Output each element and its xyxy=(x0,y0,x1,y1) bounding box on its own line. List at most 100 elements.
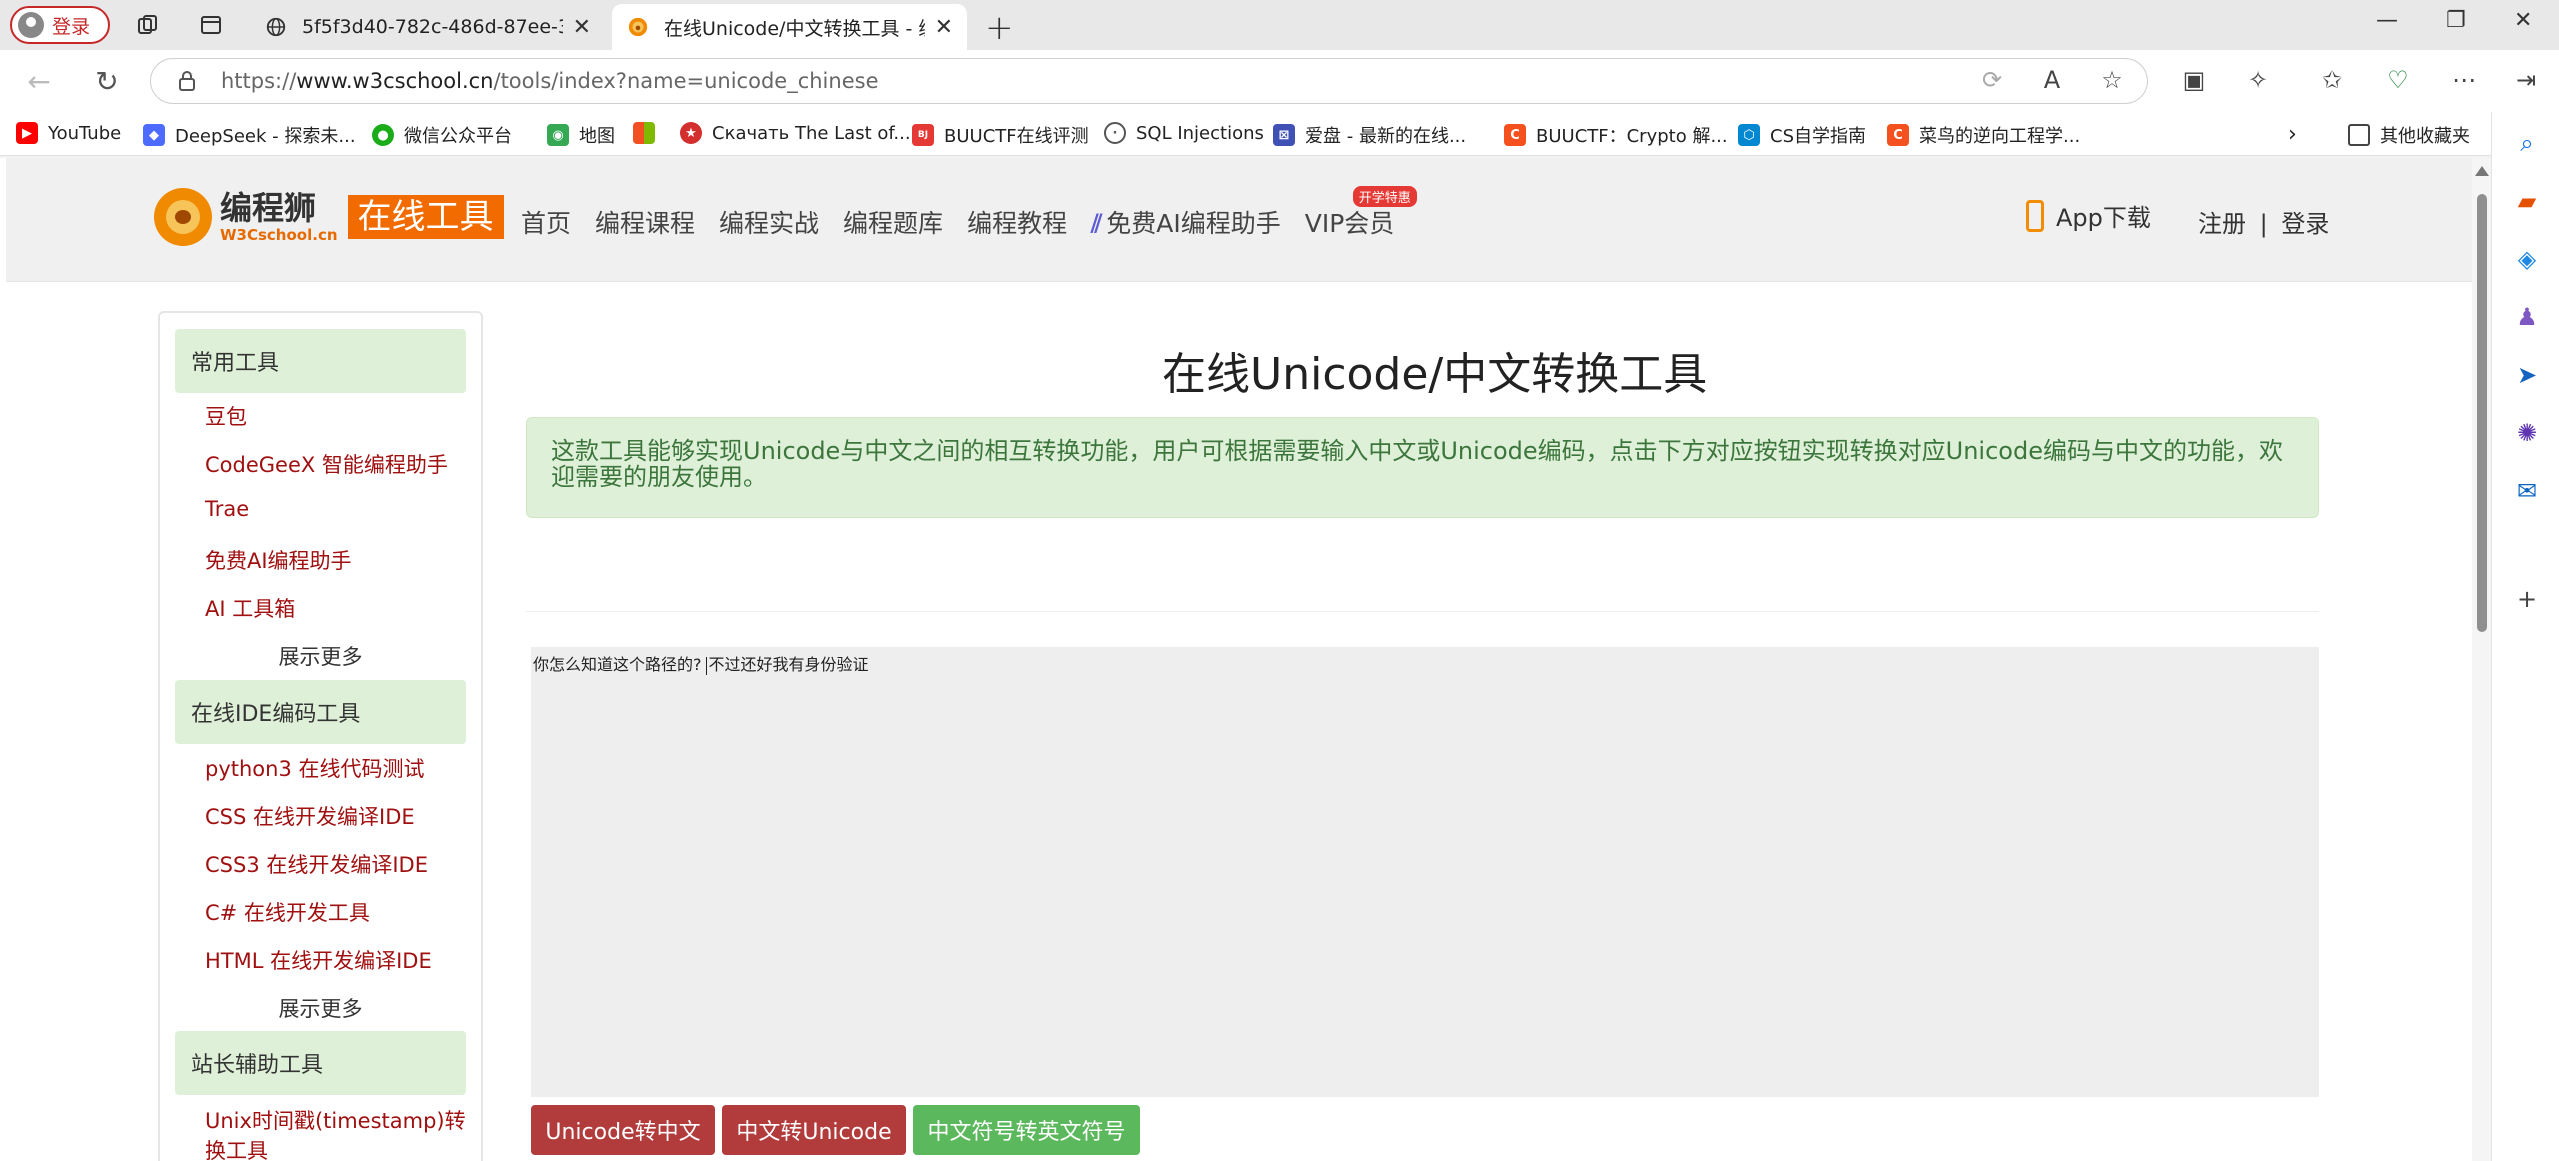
csdn-icon: C xyxy=(1887,124,1909,146)
minimize-icon[interactable]: — xyxy=(2376,8,2398,33)
logo-en: W3Cschool.cn xyxy=(220,226,338,244)
logo-cn: 编程狮 xyxy=(220,189,317,227)
send-icon[interactable]: ➤ xyxy=(2512,360,2542,390)
bookmark-reverse-engineering[interactable]: C 菜鸟的逆向工程学... xyxy=(1887,122,2080,148)
page-title: 在线Unicode/中文转换工具 xyxy=(1162,349,1708,400)
show-more-ide[interactable]: 展示更多 xyxy=(160,993,481,1023)
tools-briefcase-icon[interactable]: ▰ xyxy=(2512,186,2542,216)
url-input[interactable]: https://www.w3cschool.cn/tools/index?nam… xyxy=(150,58,2148,104)
vertical-tabs-icon[interactable] xyxy=(196,10,226,40)
tool-link-html-ide[interactable]: HTML 在线开发编译IDE xyxy=(205,945,432,975)
tool-link-csharp[interactable]: C# 在线开发工具 xyxy=(205,897,370,927)
show-more-common[interactable]: 展示更多 xyxy=(160,641,481,671)
bookmarks-overflow-chevron-icon[interactable]: › xyxy=(2288,122,2297,147)
shopping-tag-icon[interactable]: ◈ xyxy=(2512,244,2542,274)
tool-link-ai-assistant[interactable]: 免费AI编程助手 xyxy=(205,545,352,575)
category-common-tools[interactable]: 常用工具 xyxy=(175,329,466,393)
bookmarks-bar: ▶ YouTube ◆ DeepSeek - 探索未... ● 微信公众平台 ◉ 地图 … xyxy=(0,112,2559,156)
add-sidebar-app-icon[interactable]: + xyxy=(2512,584,2542,614)
category-online-ide[interactable]: 在线IDE编码工具 xyxy=(175,680,466,744)
main-nav: 首页 编程课程 编程实战 编程题库 编程教程 ⫽ 免费AI编程助手 VIP会员 开学… xyxy=(521,186,1418,240)
text-caret xyxy=(705,656,707,675)
url-path: /tools/index?name=unicode_chinese xyxy=(493,69,879,93)
input-text-after-caret: 不过还好我有身份验证 xyxy=(708,655,869,674)
back-arrow-icon[interactable]: ← xyxy=(22,64,56,98)
more-menu-icon[interactable]: ⋯ xyxy=(2446,62,2482,98)
other-bookmarks-folder[interactable]: 其他收藏夹 xyxy=(2348,122,2470,148)
sidebar-toggle-icon[interactable]: ⇥ xyxy=(2508,62,2544,98)
bookmark-lastofus[interactable]: ★ Скачать The Last of... xyxy=(680,122,911,144)
copilot-icon[interactable]: ✺ xyxy=(2512,418,2542,448)
buuctf-icon: BJ xyxy=(912,124,934,146)
bookmark-buuctf-crypto[interactable]: C BUUCTF：Crypto 解... xyxy=(1504,122,1728,148)
search-icon[interactable]: ⌕ xyxy=(2512,128,2542,158)
cn-punct-to-en-button[interactable]: 中文符号转英文符号 xyxy=(913,1105,1140,1155)
outlook-icon[interactable]: ✉ xyxy=(2512,476,2542,506)
w3cschool-favicon-icon xyxy=(626,15,650,39)
nav-ai-assistant[interactable]: ⫽ 免费AI编程助手 xyxy=(1091,204,1281,240)
nav-tutorials[interactable]: 编程教程 xyxy=(967,204,1067,240)
nav-vip[interactable]: VIP会员 开学特惠 xyxy=(1305,186,1417,240)
new-tab-icon[interactable]: + xyxy=(985,8,1014,48)
tracking-prevention-icon[interactable]: ⟳ xyxy=(1974,62,2010,98)
bookmark-youtube[interactable]: ▶ YouTube xyxy=(16,122,121,144)
chinese-to-unicode-button[interactable]: 中文转Unicode xyxy=(722,1105,906,1155)
scroll-up-arrow-icon[interactable] xyxy=(2475,166,2489,176)
lion-logo-icon xyxy=(154,188,212,246)
close-icon[interactable]: ✕ xyxy=(573,15,591,40)
tool-link-unix-timestamp-cont[interactable]: 换工具 xyxy=(205,1135,268,1161)
tab-unicode-tool[interactable]: 在线Unicode/中文转换工具 - 编程 ✕ xyxy=(612,4,967,50)
tool-categories-panel: 常用工具 豆包 CodeGeeX 智能编程助手 Trae 免费AI编程助手 AI… xyxy=(158,311,483,1161)
split-screen-icon[interactable]: ▣ xyxy=(2176,62,2212,98)
browser-essentials-icon[interactable]: ♡ xyxy=(2380,62,2416,98)
site-logo[interactable]: 编程狮 W3Cschool.cn 在线工具 xyxy=(154,188,504,246)
bookmark-cs-guide[interactable]: ⬡ CS自学指南 xyxy=(1738,122,1866,148)
bookmark-microsoft[interactable] xyxy=(633,122,665,144)
restore-icon[interactable]: ❐ xyxy=(2446,8,2466,33)
tool-link-python3[interactable]: python3 在线代码测试 xyxy=(205,753,425,783)
bookmark-sql-injections[interactable]: · SQL Injections xyxy=(1104,122,1264,144)
nav-practice[interactable]: 编程实战 xyxy=(719,204,819,240)
workspaces-icon[interactable] xyxy=(133,10,163,40)
tool-link-css-ide[interactable]: CSS 在线开发编译IDE xyxy=(205,801,415,831)
favorites-icon[interactable]: ✩ xyxy=(2314,62,2350,98)
scrollbar-thumb[interactable] xyxy=(2477,194,2487,632)
close-icon[interactable]: ✕ xyxy=(935,15,953,40)
tool-link-codegeex[interactable]: CodeGeeX 智能编程助手 xyxy=(205,449,448,479)
tool-link-ai-toolbox[interactable]: AI 工具箱 xyxy=(205,593,295,623)
bookmark-map[interactable]: ◉ 地图 xyxy=(547,122,615,148)
register-link[interactable]: 注册 xyxy=(2198,210,2246,238)
nav-courses[interactable]: 编程课程 xyxy=(595,204,695,240)
app-download-link[interactable]: App下载 xyxy=(2026,198,2151,233)
bookmark-deepseek[interactable]: ◆ DeepSeek - 探索未... xyxy=(143,122,356,148)
bookmark-buuctf[interactable]: BJ BUUCTF在线评测 xyxy=(912,122,1089,148)
web-page: 编程狮 W3Cschool.cn 在线工具 首页 编程课程 编程实战 编程题库 … xyxy=(0,158,2472,1161)
wechat-icon: ● xyxy=(372,124,394,146)
login-link[interactable]: 登录 xyxy=(2281,210,2329,238)
bookmark-wechat[interactable]: ● 微信公众平台 xyxy=(372,122,512,148)
auth-separator: | xyxy=(2259,210,2268,238)
games-icon[interactable]: ♟ xyxy=(2512,302,2542,332)
globe-icon: · xyxy=(1104,122,1126,144)
read-aloud-icon[interactable]: A xyxy=(2034,62,2070,98)
bookmark-aipan[interactable]: ⊠ 爱盘 - 最新的在线... xyxy=(1273,122,1466,148)
phone-icon xyxy=(2026,199,2044,232)
unicode-text-input[interactable]: 你怎么知道这个路径的? 不过还好我有身份验证 xyxy=(531,647,2319,1097)
csdn-icon: C xyxy=(1504,124,1526,146)
refresh-icon[interactable]: ↻ xyxy=(90,64,124,98)
category-webmaster[interactable]: 站长辅助工具 xyxy=(175,1031,466,1095)
star-badge-icon: ★ xyxy=(680,122,702,144)
tool-link-unix-timestamp[interactable]: Unix时间戳(timestamp)转 xyxy=(205,1105,466,1135)
tab-uuid[interactable]: 5f5f3d40-782c-486d-87ee-3d09d ✕ xyxy=(250,4,605,50)
favorite-star-icon[interactable]: ☆ xyxy=(2094,62,2130,98)
nav-question-bank[interactable]: 编程题库 xyxy=(843,204,943,240)
tool-link-doubao[interactable]: 豆包 xyxy=(205,401,247,431)
unicode-to-chinese-button[interactable]: Unicode转中文 xyxy=(531,1105,715,1155)
nav-home[interactable]: 首页 xyxy=(521,204,571,240)
tool-link-trae[interactable]: Trae xyxy=(205,497,249,521)
window-close-icon[interactable]: ✕ xyxy=(2514,8,2532,33)
page-scrollbar[interactable] xyxy=(2472,158,2491,1161)
profile-button[interactable]: 登录 xyxy=(10,6,110,44)
extensions-icon[interactable]: ✧ xyxy=(2240,62,2276,98)
tool-link-css3-ide[interactable]: CSS3 在线开发编译IDE xyxy=(205,849,428,879)
